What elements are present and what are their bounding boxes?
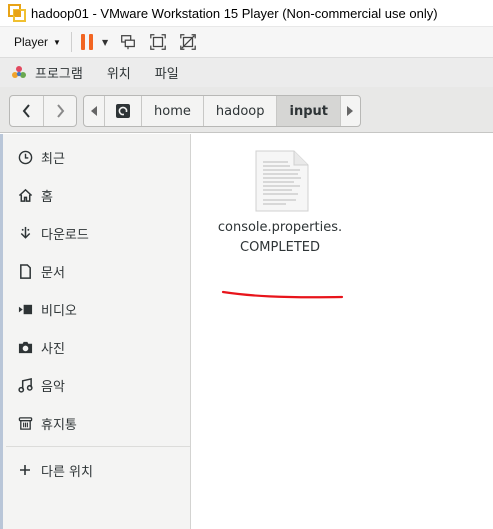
sidebar-item-downloads[interactable]: 다운로드: [0, 218, 190, 248]
forward-button[interactable]: [43, 96, 76, 126]
path-item-home[interactable]: home: [141, 96, 203, 126]
download-icon: [17, 225, 33, 241]
home-icon: [17, 187, 33, 203]
send-ctrl-alt-del-icon[interactable]: [118, 32, 138, 52]
menu-applications[interactable]: 프로그램: [35, 63, 83, 82]
vm-title-bar: hadoop01 - VMware Workstation 15 Player …: [0, 0, 493, 27]
path-bar: home hadoop input: [83, 95, 361, 127]
window-left-edge: [0, 134, 3, 529]
file-name: console.properties. COMPLETED: [218, 218, 342, 258]
back-button[interactable]: [10, 96, 43, 126]
sidebar-divider: [6, 446, 190, 447]
camera-icon: [17, 339, 33, 355]
red-underline-annotation: [221, 290, 344, 299]
pause-icon[interactable]: [80, 34, 93, 50]
triangle-left-icon: [91, 106, 97, 116]
vmware-logo-icon: [8, 4, 26, 22]
vm-toolbar: Player ▼ ▼: [0, 27, 493, 58]
sidebar-item-recent[interactable]: 최근: [0, 142, 190, 172]
player-menu-button[interactable]: Player ▼: [14, 35, 61, 49]
document-icon: [17, 263, 33, 279]
triangle-right-icon: [347, 106, 354, 116]
sidebar-item-trash[interactable]: 휴지통: [0, 408, 190, 438]
sidebar-item-music[interactable]: 음악: [0, 370, 190, 400]
music-icon: [17, 377, 33, 393]
player-menu-label: Player: [14, 35, 49, 49]
sidebar-item-label: 문서: [41, 265, 65, 281]
sidebar-item-other-locations[interactable]: 다른 위치: [0, 455, 190, 485]
applications-icon: [12, 65, 26, 78]
trash-icon: [17, 415, 33, 431]
file-manager-headerbar: home hadoop input: [0, 87, 493, 133]
sidebar-item-label: 홈: [41, 189, 53, 205]
file-name-line: COMPLETED: [240, 240, 320, 255]
sidebar-item-label: 사진: [41, 341, 65, 357]
sidebar-item-label: 비디오: [41, 303, 77, 319]
drive-icon: [116, 104, 130, 118]
chevron-left-icon: [22, 104, 30, 118]
text-file-icon: [255, 150, 309, 212]
sidebar-item-home[interactable]: 홈: [0, 180, 190, 210]
sidebar-item-label: 다운로드: [41, 227, 89, 243]
sidebar-item-videos[interactable]: 비디오: [0, 294, 190, 324]
desktop-top-bar: 프로그램 위치 파일: [0, 58, 493, 87]
path-item-hadoop[interactable]: hadoop: [202, 96, 277, 126]
navigation-buttons: [9, 95, 77, 127]
sidebar-item-documents[interactable]: 문서: [0, 256, 190, 286]
sidebar-item-label: 다른 위치: [41, 464, 93, 480]
path-root-button[interactable]: [104, 96, 141, 126]
path-item-input[interactable]: input: [276, 96, 340, 126]
unity-mode-icon[interactable]: [178, 32, 198, 52]
chevron-down-icon: ▼: [53, 37, 61, 47]
sidebar-item-label: 최근: [41, 151, 65, 167]
menu-places[interactable]: 위치: [107, 63, 131, 82]
sidebar-item-label: 휴지통: [41, 417, 77, 433]
window-title: hadoop01 - VMware Workstation 15 Player …: [31, 5, 438, 21]
fit-guest-icon[interactable]: [148, 32, 168, 52]
chevron-down-icon[interactable]: ▼: [102, 38, 108, 47]
chevron-right-icon: [57, 104, 65, 118]
sidebar-item-pictures[interactable]: 사진: [0, 332, 190, 362]
file-name-line: console.properties.: [217, 220, 343, 235]
sidebar-item-label: 음악: [41, 379, 65, 395]
places-sidebar: 최근 홈 다운로드 문서 비디오 사진 음악 휴지통 다른 위치: [0, 134, 191, 529]
toolbar-divider: [70, 32, 72, 52]
file-view: console.properties. COMPLETED: [192, 134, 493, 529]
file-item[interactable]: console.properties. COMPLETED: [210, 150, 350, 258]
plus-icon: [17, 462, 33, 478]
video-icon: [17, 301, 33, 317]
clock-icon: [17, 149, 33, 165]
path-scroll-right-button[interactable]: [339, 96, 360, 126]
path-scroll-left-button[interactable]: [84, 96, 104, 126]
menu-files[interactable]: 파일: [155, 63, 179, 82]
